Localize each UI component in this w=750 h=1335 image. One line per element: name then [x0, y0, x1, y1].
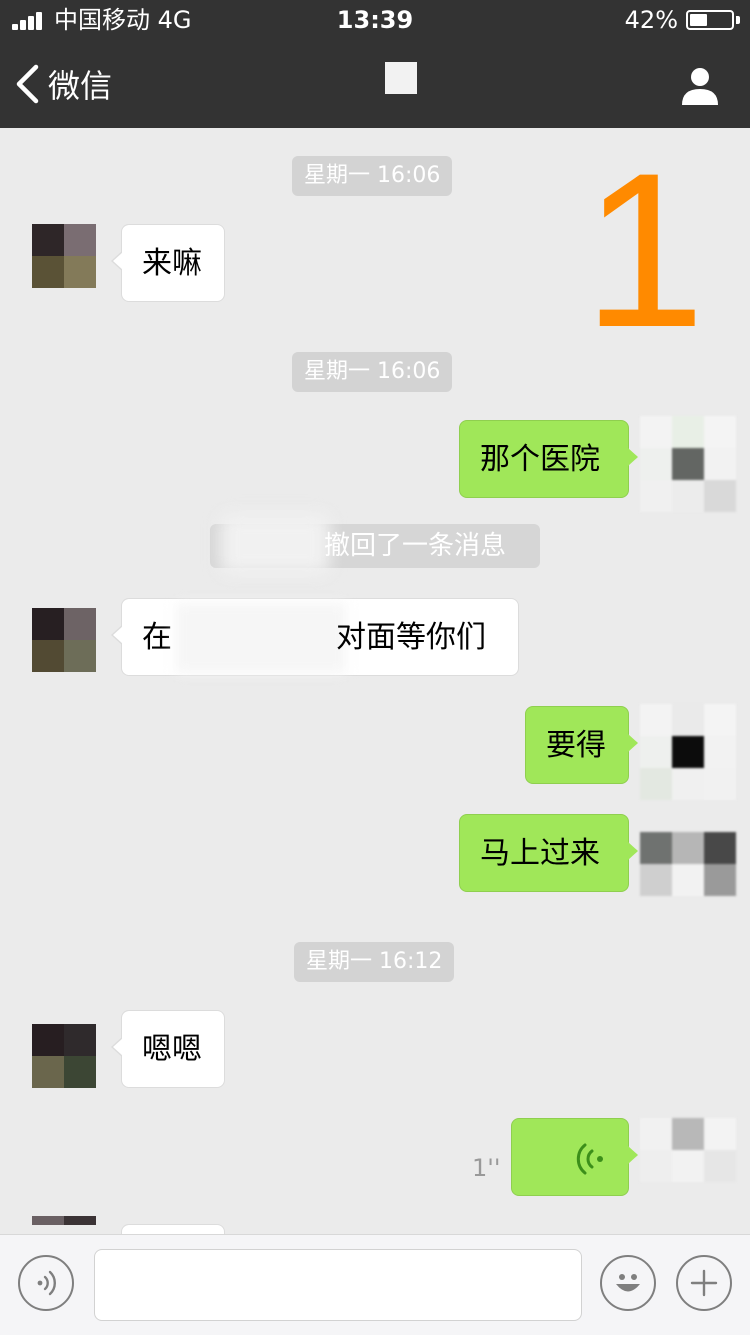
recall-text: 撤回了一条消息: [324, 531, 507, 561]
message-text: 来嘛: [142, 246, 202, 281]
message-text: 那个医院: [480, 442, 600, 477]
my-avatar[interactable]: [640, 416, 736, 512]
input-bar: [0, 1234, 750, 1335]
message-text: 要得: [546, 728, 606, 763]
message-text-start: 在: [142, 620, 172, 655]
my-avatar[interactable]: [640, 1118, 736, 1182]
voice-duration: 1'': [472, 1154, 501, 1182]
message-text: 嗯嗯: [142, 1032, 202, 1067]
chat-title-redacted: [385, 62, 417, 94]
message-timestamp: 星期一 16:06: [292, 352, 453, 392]
contact-avatar[interactable]: [32, 1216, 96, 1234]
redacted-name: [220, 514, 330, 574]
message-text: 马上过来: [480, 836, 600, 871]
back-button[interactable]: 微信: [14, 56, 112, 112]
back-label: 微信: [48, 67, 113, 105]
message-timestamp: 星期一 16:06: [292, 156, 453, 196]
more-button[interactable]: [676, 1255, 732, 1311]
message-bubble-sent[interactable]: 要得: [525, 706, 638, 784]
message-bubble-sent[interactable]: 马上过来: [459, 814, 638, 892]
message-bubble-received[interactable]: 嗯嗯: [111, 1010, 225, 1088]
message-text-end: 对面等你们: [336, 620, 486, 655]
battery-tip: [736, 16, 740, 24]
voice-input-button[interactable]: [18, 1255, 74, 1311]
plus-icon: [690, 1269, 718, 1297]
battery-icon: [686, 10, 734, 30]
voice-playback-icon: [576, 1143, 603, 1175]
nav-bar: 微信: [0, 40, 750, 128]
message-bubble-sent[interactable]: 那个医院: [459, 420, 638, 498]
status-bar: 中国移动 4G 13:39 42%: [0, 0, 750, 40]
contact-avatar[interactable]: [32, 1024, 96, 1088]
annotation-number: 1: [583, 127, 706, 373]
contact-avatar[interactable]: [32, 224, 96, 288]
contact-avatar[interactable]: [32, 608, 96, 672]
chevron-left-icon: [16, 64, 39, 104]
battery-percent: 42%: [624, 6, 678, 34]
voice-message-bubble[interactable]: [511, 1118, 638, 1196]
recall-notice: 撤回了一条消息: [210, 514, 540, 574]
message-timestamp: 星期一 16:12: [294, 942, 455, 982]
message-bubble-received[interactable]: 在 对面等你们: [111, 598, 519, 676]
person-icon[interactable]: [680, 66, 720, 106]
my-avatar[interactable]: [640, 704, 736, 800]
my-avatar[interactable]: [640, 832, 736, 896]
emoji-icon: [616, 1274, 640, 1292]
redacted-location: [176, 603, 346, 673]
message-bubble-received[interactable]: [121, 1224, 225, 1234]
message-input[interactable]: [94, 1249, 582, 1321]
voice-input-icon: [37, 1270, 56, 1296]
message-bubble-received[interactable]: 来嘛: [111, 224, 225, 302]
emoji-button[interactable]: [600, 1255, 656, 1311]
